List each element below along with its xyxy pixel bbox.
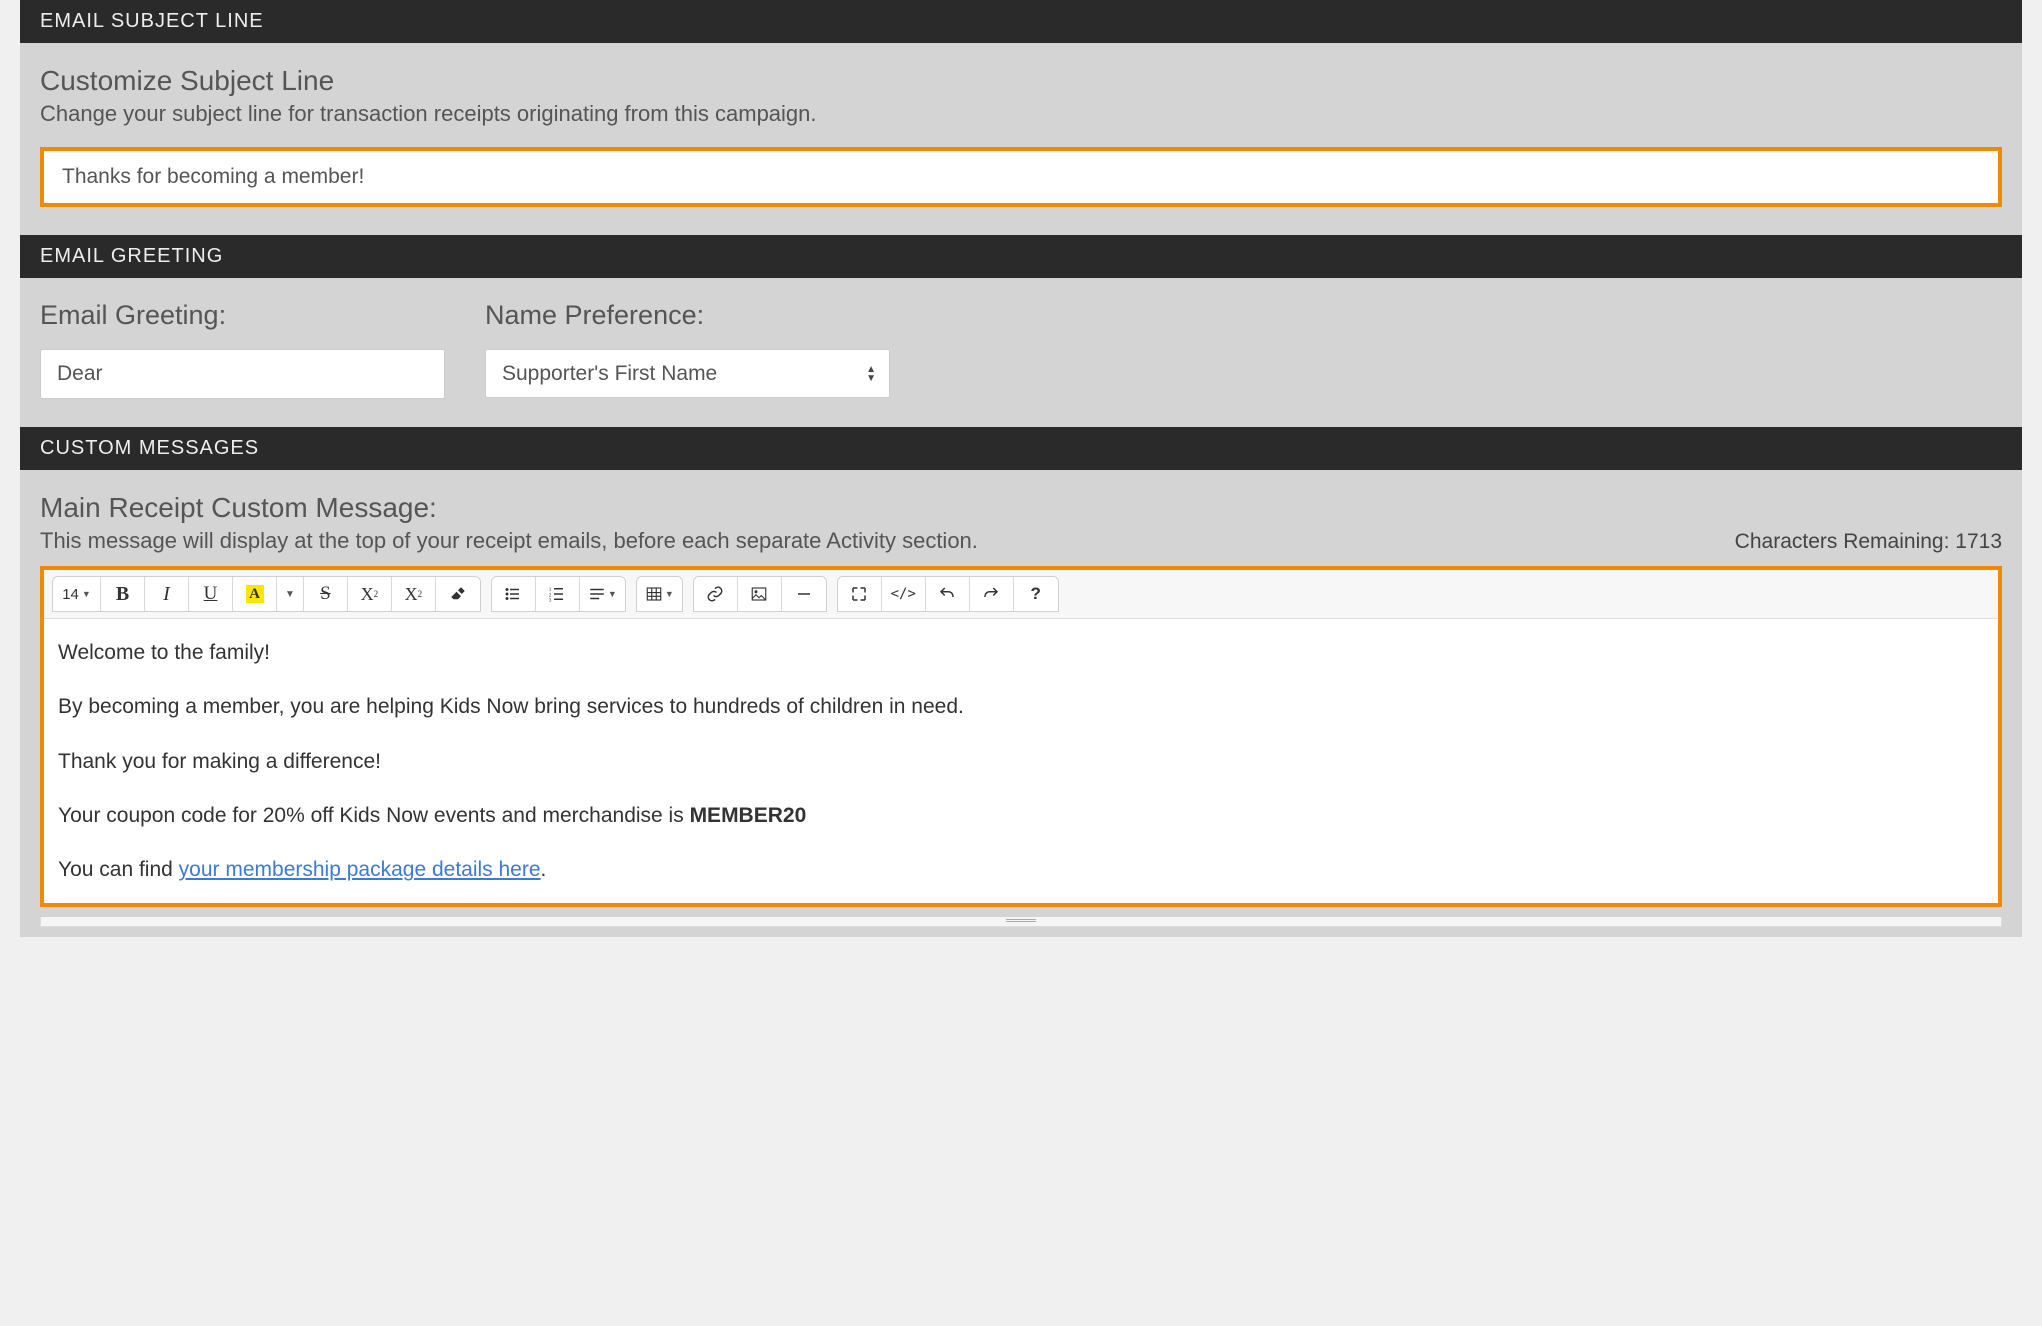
paragraph-format-button[interactable]: ▼ [580,577,625,611]
editor-content-area[interactable]: Welcome to the family! By becoming a mem… [44,619,1998,903]
eraser-button[interactable] [436,577,480,611]
subscript-button[interactable]: X2 [392,577,436,611]
redo-button[interactable] [970,577,1014,611]
subject-input-highlight [40,147,2002,207]
redo-icon [982,585,1000,603]
superscript-button[interactable]: X2 [348,577,392,611]
editor-toolbar: 14▼ B I U A ▼ S X2 X2 [44,570,1998,619]
link-icon [706,585,724,603]
subject-input[interactable] [44,151,1998,203]
paragraph-icon [588,585,606,603]
editor-line: You can find your membership package det… [58,856,1984,884]
font-color-button[interactable]: A [233,577,277,611]
ul-icon [504,585,522,603]
name-pref-select[interactable]: Supporter's First Name [485,349,890,398]
horizontal-rule-button[interactable] [782,577,826,611]
underline-button[interactable]: U [189,577,233,611]
help-button[interactable]: ? [1014,577,1058,611]
table-button[interactable]: ▼ [637,577,682,611]
rich-editor: 14▼ B I U A ▼ S X2 X2 [40,566,2002,907]
section-body-email-subject: Customize Subject Line Change your subje… [20,43,2022,235]
section-header-custom-messages: CUSTOM MESSAGES [20,427,2022,470]
section-header-email-greeting: EMAIL GREETING [20,235,2022,278]
image-button[interactable] [738,577,782,611]
bold-button[interactable]: B [101,577,145,611]
membership-details-link[interactable]: your membership package details here [179,858,541,881]
page-container: EMAIL SUBJECT LINE Customize Subject Lin… [20,0,2022,937]
undo-icon [938,585,956,603]
subject-desc: Change your subject line for transaction… [40,101,2002,127]
fullscreen-button[interactable] [838,577,882,611]
custom-msg-desc: This message will display at the top of … [40,528,978,554]
greeting-label: Email Greeting: [40,300,445,331]
image-icon [750,585,768,603]
italic-button[interactable]: I [145,577,189,611]
section-body-email-greeting: Email Greeting: Name Preference: Support… [20,278,2022,427]
svg-text:3: 3 [549,598,552,604]
custom-msg-title: Main Receipt Custom Message: [40,492,978,524]
eraser-icon [449,585,467,603]
unordered-list-button[interactable] [492,577,536,611]
section-body-custom-messages: Main Receipt Custom Message: This messag… [20,470,2022,917]
editor-line: Your coupon code for 20% off Kids Now ev… [58,802,1984,830]
font-color-dropdown-button[interactable]: ▼ [277,577,304,611]
font-size-button[interactable]: 14▼ [53,577,101,611]
ordered-list-button[interactable]: 123 [536,577,580,611]
subject-title: Customize Subject Line [40,65,2002,97]
editor-line: By becoming a member, you are helping Ki… [58,693,1984,721]
ol-icon: 123 [548,585,566,603]
code-view-button[interactable]: </> [882,577,926,611]
expand-icon [850,585,868,603]
name-pref-label: Name Preference: [485,300,890,331]
editor-resize-handle[interactable] [40,917,2002,927]
chars-remaining: Characters Remaining: 1713 [1735,530,2002,554]
link-button[interactable] [694,577,738,611]
table-icon [645,585,663,603]
editor-line: Welcome to the family! [58,639,1984,667]
editor-line: Thank you for making a difference! [58,748,1984,776]
minus-icon [795,585,813,603]
greeting-input[interactable] [40,349,445,399]
section-header-email-subject: EMAIL SUBJECT LINE [20,0,2022,43]
strikethrough-button[interactable]: S [304,577,348,611]
undo-button[interactable] [926,577,970,611]
